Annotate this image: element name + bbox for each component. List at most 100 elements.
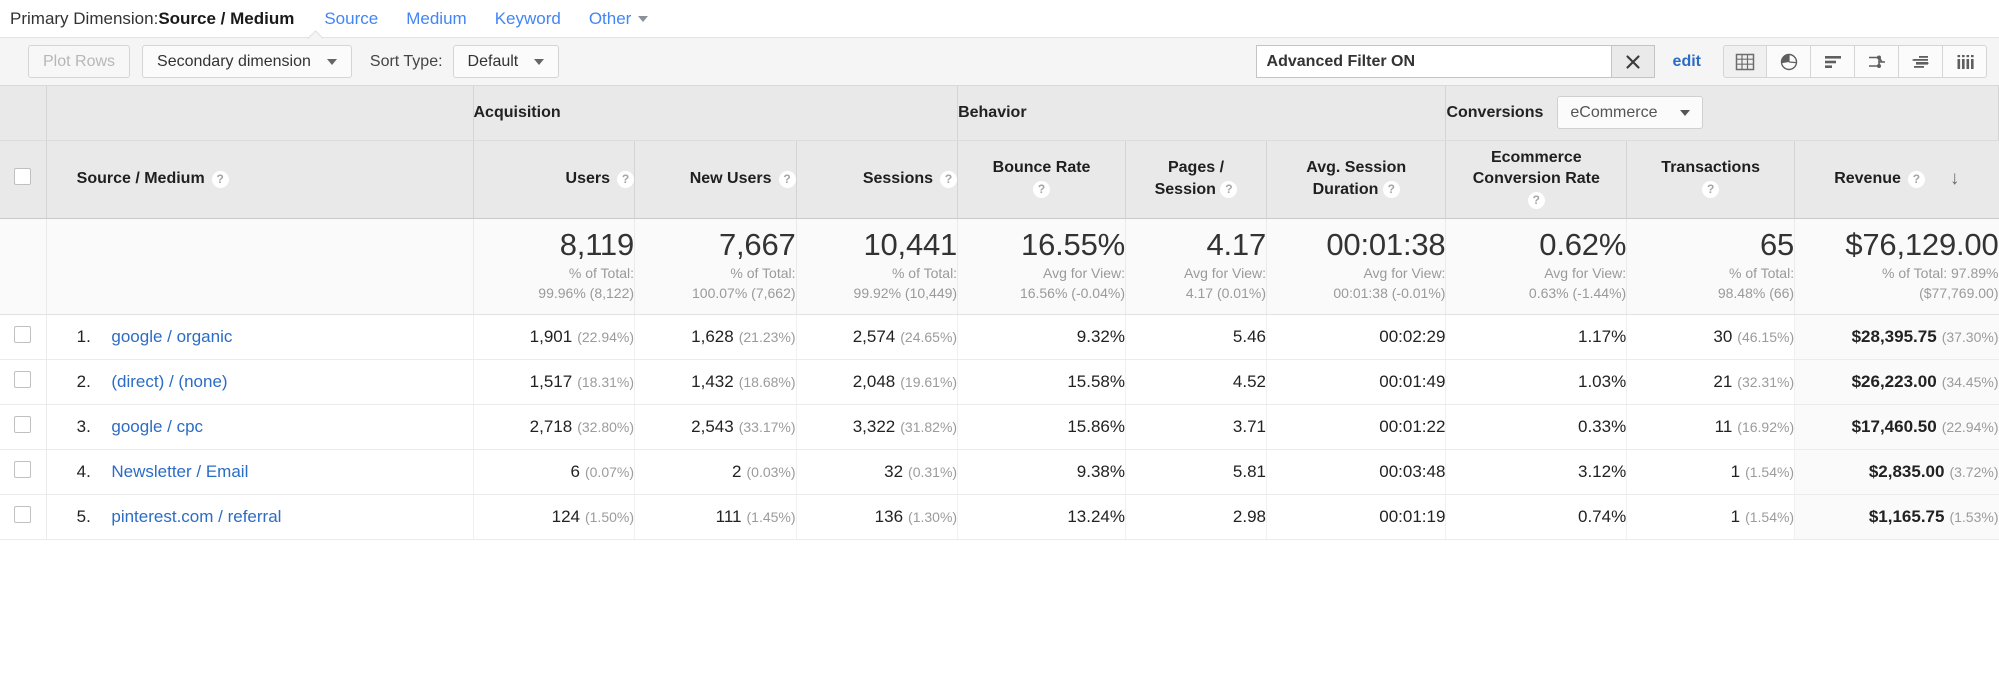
conversions-group-label: Conversions xyxy=(1446,104,1543,122)
plot-rows-button[interactable]: Plot Rows xyxy=(28,45,130,78)
row-new-users-cell: 1,432(18.68%) xyxy=(635,359,797,404)
help-icon[interactable]: ? xyxy=(1908,171,1925,188)
row-revenue-pct: (34.45%) xyxy=(1942,374,1999,390)
row-ecom-conv-rate-cell: 1.03% xyxy=(1446,359,1627,404)
primary-dimension-keyword[interactable]: Keyword xyxy=(495,9,561,29)
row-users-pct: (1.50%) xyxy=(585,509,634,525)
row-checkbox[interactable] xyxy=(14,461,31,478)
select-all-header-cell xyxy=(0,86,46,140)
column-header-new-users[interactable]: New Users ? xyxy=(635,140,797,218)
edit-filter-link[interactable]: edit xyxy=(1673,53,1701,71)
row-new-users-pct: (33.17%) xyxy=(739,419,796,435)
help-icon[interactable]: ? xyxy=(1220,181,1237,198)
performance-view-button[interactable] xyxy=(1811,45,1855,78)
column-header-sessions[interactable]: Sessions ? xyxy=(796,140,958,218)
row-checkbox[interactable] xyxy=(14,371,31,388)
row-revenue-value: $2,835.00 xyxy=(1869,462,1945,481)
row-dimension-link[interactable]: Newsletter / Email xyxy=(111,462,248,481)
primary-dimension-source-medium[interactable]: Source / Medium xyxy=(158,9,294,29)
row-transactions-value: 1 xyxy=(1731,462,1740,481)
row-bounce-rate-cell: 13.24% xyxy=(958,494,1126,539)
pie-chart-view-button[interactable] xyxy=(1767,45,1811,78)
secondary-dimension-label: Secondary dimension xyxy=(157,53,311,71)
help-icon[interactable]: ? xyxy=(940,171,957,188)
help-icon[interactable]: ? xyxy=(1702,181,1719,198)
sort-type-button[interactable]: Default xyxy=(453,45,560,78)
row-users-cell: 6(0.07%) xyxy=(473,449,635,494)
table-row[interactable]: 2. (direct) / (none) 1,517(18.31%) 1,432… xyxy=(0,359,1999,404)
row-users-value: 1,517 xyxy=(530,372,573,391)
totals-transactions-sub1: % of Total: xyxy=(1627,265,1794,283)
pivot-view-button[interactable] xyxy=(1943,45,1987,78)
row-avg-duration-cell: 00:03:48 xyxy=(1267,449,1446,494)
column-label-new-users: New Users xyxy=(690,170,772,188)
column-header-pages-session[interactable]: Pages / Session ? xyxy=(1126,140,1267,218)
table-totals-row: 8,119 % of Total: 99.96% (8,122) 7,667 %… xyxy=(0,218,1999,314)
column-header-revenue[interactable]: Revenue ? ↓ xyxy=(1795,140,1999,218)
row-revenue-value: $17,460.50 xyxy=(1852,417,1937,436)
column-header-avg-session-duration[interactable]: Avg. Session Duration ? xyxy=(1267,140,1446,218)
help-icon[interactable]: ? xyxy=(1528,192,1545,209)
totals-transactions-sub2: 98.48% (66) xyxy=(1627,285,1794,303)
column-header-source-medium[interactable]: Source / Medium ? xyxy=(46,140,473,218)
table-row[interactable]: 3. google / cpc 2,718(32.80%) 2,543(33.1… xyxy=(0,404,1999,449)
row-checkbox[interactable] xyxy=(14,416,31,433)
row-transactions-cell: 11(16.92%) xyxy=(1627,404,1795,449)
totals-pages-session-sub1: Avg for View: xyxy=(1126,265,1266,283)
select-all-checkbox[interactable] xyxy=(14,168,31,185)
column-header-transactions[interactable]: Transactions ? xyxy=(1627,140,1795,218)
row-checkbox[interactable] xyxy=(14,506,31,523)
help-icon[interactable]: ? xyxy=(212,171,229,188)
column-header-bounce-rate[interactable]: Bounce Rate ? xyxy=(958,140,1126,218)
totals-ecom-conv-rate-sub2: 0.63% (-1.44%) xyxy=(1446,285,1626,303)
column-header-users[interactable]: Users ? xyxy=(473,140,635,218)
row-users-value: 124 xyxy=(552,507,580,526)
row-transactions-value: 1 xyxy=(1731,507,1740,526)
table-view-button[interactable] xyxy=(1723,45,1767,78)
column-header-ecommerce-conversion-rate[interactable]: Ecommerce Conversion Rate ? xyxy=(1446,140,1627,218)
help-icon[interactable]: ? xyxy=(617,171,634,188)
row-rank: 4. xyxy=(77,462,107,482)
secondary-dimension-button[interactable]: Secondary dimension xyxy=(142,45,352,78)
view-type-button-group xyxy=(1723,45,1987,78)
help-icon[interactable]: ? xyxy=(1033,181,1050,198)
search-input[interactable] xyxy=(1256,45,1611,78)
clear-search-button[interactable] xyxy=(1611,45,1655,78)
totals-avg-duration-sub1: Avg for View: xyxy=(1267,265,1445,283)
totals-revenue-sub2: ($77,769.00) xyxy=(1795,285,1998,303)
table-row[interactable]: 1. google / organic 1,901(22.94%) 1,628(… xyxy=(0,314,1999,359)
table-view-icon xyxy=(1734,51,1756,73)
comparison-view-button[interactable] xyxy=(1855,45,1899,78)
conversions-goal-select[interactable]: eCommerce xyxy=(1557,96,1702,129)
column-label-pages-session-line2: Session xyxy=(1155,181,1216,198)
row-select-cell xyxy=(0,314,46,359)
row-dimension-link[interactable]: (direct) / (none) xyxy=(111,372,227,391)
row-dimension-link[interactable]: google / organic xyxy=(111,327,232,346)
help-icon[interactable]: ? xyxy=(1383,181,1400,198)
table-row[interactable]: 4. Newsletter / Email 6(0.07%) 2(0.03%) … xyxy=(0,449,1999,494)
totals-new-users-value: 7,667 xyxy=(635,229,796,262)
totals-new-users-sub2: 100.07% (7,662) xyxy=(635,285,796,303)
row-new-users-value: 1,628 xyxy=(691,327,734,346)
primary-dimension-other-dropdown[interactable]: Other xyxy=(589,9,649,29)
row-dimension-link[interactable]: pinterest.com / referral xyxy=(111,507,281,526)
row-checkbox[interactable] xyxy=(14,326,31,343)
help-icon[interactable]: ? xyxy=(779,171,796,188)
sort-descending-arrow-icon[interactable]: ↓ xyxy=(1950,168,1960,190)
primary-dimension-medium[interactable]: Medium xyxy=(406,9,466,29)
table-toolbar: Plot Rows Secondary dimension Sort Type:… xyxy=(0,37,1999,86)
primary-dimension-source[interactable]: Source xyxy=(324,9,378,29)
row-rank: 1. xyxy=(77,327,107,347)
row-new-users-value: 2 xyxy=(732,462,741,481)
table-row[interactable]: 5. pinterest.com / referral 124(1.50%) 1… xyxy=(0,494,1999,539)
totals-dimension-cell xyxy=(46,218,473,314)
totals-users-sub1: % of Total: xyxy=(474,265,635,283)
term-cloud-view-button[interactable] xyxy=(1899,45,1943,78)
primary-dimension-other-label: Other xyxy=(589,9,632,29)
table-group-header-row: Acquisition Behavior Conversions eCommer… xyxy=(0,86,1999,140)
term-cloud-view-icon xyxy=(1910,51,1932,73)
row-pages-session-cell: 5.46 xyxy=(1126,314,1267,359)
row-dimension-link[interactable]: google / cpc xyxy=(111,417,203,436)
totals-ecom-conv-rate-sub1: Avg for View: xyxy=(1446,265,1626,283)
totals-bounce-rate-value: 16.55% xyxy=(958,229,1125,262)
